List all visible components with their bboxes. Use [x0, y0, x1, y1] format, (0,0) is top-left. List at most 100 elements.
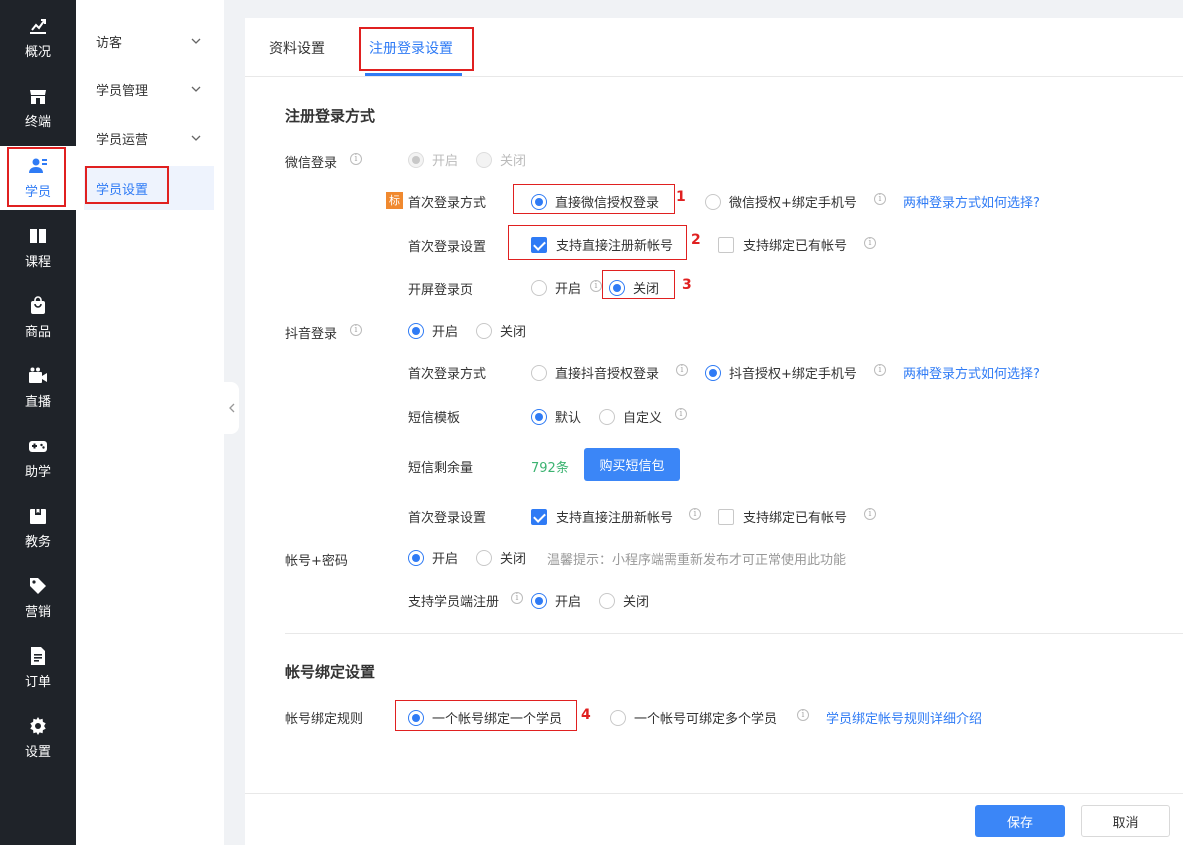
wechat-first-setting-label: 首次登录设置	[408, 240, 487, 255]
highlight-box	[85, 166, 169, 204]
info-icon: i	[689, 508, 701, 520]
section-title-account-binding: 帐号绑定设置	[285, 663, 376, 681]
wechat-auth-bind-phone-radio[interactable]: 微信授权+绑定手机号	[705, 192, 857, 211]
info-icon: i	[350, 153, 362, 165]
subnav-label: 访客	[96, 35, 123, 51]
nav-label: 营销	[24, 605, 51, 620]
douyin-auth-bind-phone-radio[interactable]: 抖音授权+绑定手机号	[705, 363, 857, 382]
annotation-4: 4	[581, 707, 591, 723]
sms-template-label: 短信模板	[408, 411, 461, 426]
nav-item-live[interactable]: 直播	[0, 356, 76, 420]
nav-item-products[interactable]: 商品	[0, 286, 76, 350]
wechat-bind-existing-checkbox[interactable]: 支持绑定已有帐号	[718, 235, 847, 254]
highlight-box	[513, 184, 675, 214]
nav-label: 助学	[24, 465, 51, 480]
wechat-login-label: 微信登录	[285, 156, 338, 171]
info-icon: i	[797, 709, 809, 721]
save-button[interactable]: 保存	[975, 805, 1065, 837]
douyin-close-radio[interactable]: 关闭	[476, 321, 526, 340]
douyin-open-radio[interactable]: 开启	[408, 321, 458, 340]
splash-open-radio[interactable]: 开启	[531, 278, 581, 297]
sms-template-custom-radio[interactable]: 自定义	[599, 407, 662, 426]
binding-rule-label: 帐号绑定规则	[285, 712, 364, 727]
nav-label: 设置	[24, 745, 51, 760]
info-icon: i	[350, 324, 362, 336]
binding-one-to-many-radio[interactable]: 一个帐号可绑定多个学员	[610, 708, 777, 727]
wechat-open-radio[interactable]: 开启	[408, 150, 458, 169]
sub-sidebar: 访客 学员管理 学员运营 学员设置	[76, 0, 224, 845]
subnav-item-student-management[interactable]: 学员管理	[84, 67, 214, 111]
splash-login-label: 开屏登录页	[408, 283, 474, 298]
nav-label: 终端	[24, 115, 51, 130]
collapse-sidebar-handle[interactable]	[224, 382, 239, 434]
nav-item-marketing[interactable]: 营销	[0, 566, 76, 630]
standard-badge: 标	[386, 192, 403, 209]
chevron-down-icon	[191, 135, 201, 141]
subnav-item-student-operations[interactable]: 学员运营	[84, 116, 214, 160]
main-sidebar: 概况 终端 学员 课程 商品 直播 助学 教务 营销 订单 设置	[0, 0, 76, 845]
subnav-item-visitors[interactable]: 访客	[84, 19, 214, 63]
cancel-button[interactable]: 取消	[1081, 805, 1170, 837]
chevron-down-icon	[191, 38, 201, 44]
sms-template-default-radio[interactable]: 默认	[531, 407, 581, 426]
tag-icon	[30, 578, 46, 594]
student-register-open-radio[interactable]: 开启	[531, 591, 581, 610]
nav-label: 课程	[24, 255, 51, 270]
nav-item-academic[interactable]: 教务	[0, 496, 76, 560]
buy-sms-package-button[interactable]: 购买短信包	[584, 448, 680, 481]
nav-item-overview[interactable]: 概况	[0, 6, 76, 70]
info-icon: i	[676, 364, 688, 376]
douyin-direct-auth-radio[interactable]: 直接抖音授权登录	[531, 363, 659, 382]
student-register-close-radio[interactable]: 关闭	[599, 591, 649, 610]
nav-label: 商品	[24, 325, 51, 340]
annotation-1: 1	[676, 189, 686, 205]
republish-hint-text: 温馨提示：小程序端需重新发布才可正常使用此功能	[547, 553, 847, 568]
nav-item-terminal[interactable]: 终端	[0, 76, 76, 140]
annotation-2: 2	[691, 232, 701, 248]
login-method-help-link[interactable]: 两种登录方式如何选择?	[903, 363, 1040, 382]
student-register-label: 支持学员端注册	[408, 595, 500, 610]
info-icon: i	[864, 508, 876, 520]
nav-item-learning[interactable]: 助学	[0, 426, 76, 490]
gear-icon	[30, 717, 46, 735]
account-password-label: 帐号+密码	[285, 554, 348, 569]
info-icon: i	[874, 364, 886, 376]
book-icon	[30, 229, 46, 243]
chevron-down-icon	[191, 86, 201, 92]
active-tab-indicator	[365, 73, 462, 76]
douyin-login-label: 抖音登录	[285, 327, 338, 342]
highlight-box	[508, 225, 687, 260]
nav-label: 直播	[24, 395, 51, 410]
info-icon: i	[874, 193, 886, 205]
highlight-box	[395, 700, 577, 731]
info-icon: i	[590, 280, 602, 292]
highlight-box	[602, 270, 675, 299]
subnav-label: 学员管理	[96, 83, 149, 99]
sms-remaining-label: 短信剩余量	[408, 461, 474, 476]
info-icon: i	[511, 592, 523, 604]
tab-profile-settings[interactable]: 资料设置	[269, 38, 325, 58]
main-panel: 资料设置 注册登录设置 注册登录方式 微信登录 i 开启 关闭 标 首次登录方式…	[245, 18, 1183, 845]
nav-item-settings[interactable]: 设置	[0, 706, 76, 770]
binding-rules-detail-link[interactable]: 学员绑定帐号规则详细介绍	[826, 708, 982, 727]
wechat-close-radio[interactable]: 关闭	[476, 150, 526, 169]
douyin-bind-existing-checkbox[interactable]: 支持绑定已有帐号	[718, 507, 847, 526]
nav-label: 概况	[24, 45, 51, 60]
section-title-login-methods: 注册登录方式	[285, 107, 376, 125]
info-icon: i	[864, 237, 876, 249]
douyin-register-new-checkbox[interactable]: 支持直接注册新帐号	[531, 507, 673, 526]
account-close-radio[interactable]: 关闭	[476, 548, 526, 567]
login-method-help-link[interactable]: 两种登录方式如何选择?	[903, 192, 1040, 211]
nav-item-orders[interactable]: 订单	[0, 636, 76, 700]
gamepad-icon	[29, 441, 47, 452]
nav-item-courses[interactable]: 课程	[0, 216, 76, 280]
nav-label: 教务	[24, 535, 51, 550]
tab-bar: 资料设置 注册登录设置	[245, 18, 1183, 77]
chart-icon	[30, 19, 46, 34]
chevron-left-icon	[228, 403, 234, 413]
highlight-box	[359, 27, 474, 71]
douyin-first-setting-label: 首次登录设置	[408, 511, 487, 526]
video-icon	[29, 367, 47, 383]
calendar-icon	[30, 509, 46, 524]
account-open-radio[interactable]: 开启	[408, 548, 458, 567]
